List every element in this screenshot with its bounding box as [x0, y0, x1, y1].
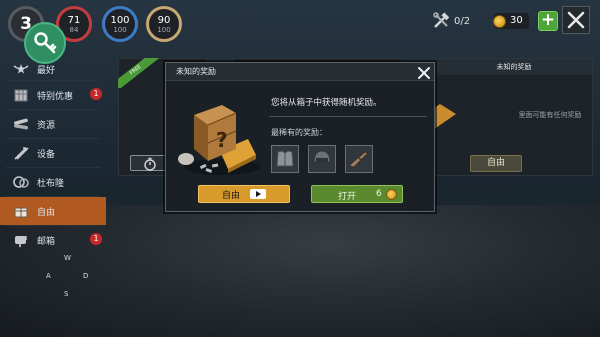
free-button-label: 自由	[221, 190, 240, 201]
coin-icon	[386, 189, 397, 200]
reward-modal: 未知的奖励 ? 您将从箱子中获得随机奖励。 最稀有的奖励： 自由 打开 6	[165, 62, 435, 212]
key-d: D	[83, 272, 89, 280]
close-screen-button[interactable]	[562, 6, 590, 34]
free-claim-button[interactable]: 自由	[198, 185, 290, 203]
key-a: A	[46, 272, 51, 280]
gift-icon	[14, 207, 28, 218]
mailbox-icon	[15, 236, 27, 247]
sidebar-item-equipment[interactable]: 设备	[0, 139, 106, 167]
svg-text:?: ?	[216, 128, 228, 152]
sidebar-item-label: 设备	[37, 149, 56, 160]
coin-icon	[493, 14, 506, 28]
card-free-button[interactable]: 自由	[470, 155, 522, 172]
rarest-rewards-label: 最稀有的奖励：	[271, 128, 327, 137]
close-icon	[567, 11, 585, 29]
sidebar-item-label: 资源	[37, 120, 56, 131]
key-w: W	[64, 254, 71, 262]
helmet-icon	[313, 150, 331, 163]
sidebar: 最好 特别优惠 1 资源 设备 杜布隆 自由 邮箱 1	[0, 58, 106, 254]
sidebar-item-special-offers[interactable]: 特别优惠 1	[0, 81, 106, 109]
sidebar-item-doubloons[interactable]: 杜布隆	[0, 168, 106, 196]
sidebar-item-free[interactable]: 自由	[0, 197, 106, 225]
notification-badge: 1	[90, 88, 102, 100]
add-coins-button[interactable]: +	[538, 11, 558, 31]
open-cost: 6	[376, 189, 382, 199]
water-current: 90	[157, 14, 171, 26]
close-icon	[418, 67, 430, 79]
modal-title: 未知的奖励	[166, 63, 434, 81]
key-icon	[34, 32, 57, 54]
sidebar-item-label: 杜布隆	[37, 178, 65, 189]
sidebar-item-label: 自由	[37, 207, 56, 218]
sidebar-item-best[interactable]: 最好	[0, 58, 106, 80]
card-title: 未知的奖励	[436, 59, 592, 75]
open-button-label: 打开	[338, 192, 357, 202]
reward-slot-rifle[interactable]	[345, 145, 373, 173]
free-ribbon: FREE	[118, 58, 166, 88]
movement-keys: W A D S	[36, 250, 102, 304]
mystery-crate-icon: ?	[178, 105, 260, 175]
video-ad-icon	[250, 189, 266, 199]
food-current: 100	[110, 14, 130, 26]
timer-button[interactable]	[130, 155, 170, 171]
logs-icon	[14, 118, 29, 130]
crate-icon	[14, 89, 28, 102]
modal-close-button[interactable]	[417, 65, 431, 79]
stopwatch-icon	[144, 157, 156, 171]
armor-vest-icon	[276, 150, 294, 167]
divider	[269, 116, 427, 117]
rifle-icon	[347, 151, 369, 168]
water-stat: 90 100	[146, 6, 182, 42]
arrows-icon	[14, 147, 29, 160]
tools-count: 0/2	[454, 15, 471, 27]
health-max: 84	[69, 25, 79, 34]
sidebar-item-label: 最好	[37, 65, 56, 76]
free-ribbon-label: FREE	[118, 58, 163, 88]
food-max: 100	[113, 25, 127, 34]
coins-icon	[13, 176, 29, 188]
modal-description: 您将从箱子中获得随机奖励。	[271, 98, 382, 108]
wings-star-icon	[13, 64, 29, 74]
sidebar-item-label: 特别优惠	[37, 91, 74, 102]
reward-slot-helmet[interactable]	[308, 145, 336, 173]
tools-counter[interactable]: 0/2	[432, 8, 490, 34]
food-stat: 100 100	[102, 6, 138, 42]
reward-slot-armor[interactable]	[271, 145, 299, 173]
key-s: S	[64, 290, 69, 298]
health-current: 71	[67, 14, 81, 26]
notification-badge: 1	[90, 233, 102, 245]
card-description: 里面可能有任何奖励	[518, 111, 582, 119]
open-crate-button[interactable]: 打开 6	[311, 185, 403, 203]
water-max: 100	[157, 25, 171, 34]
hammer-wrench-icon	[433, 12, 450, 28]
sidebar-item-resources[interactable]: 资源	[0, 110, 106, 138]
sidebar-item-label: 邮箱	[37, 236, 56, 247]
